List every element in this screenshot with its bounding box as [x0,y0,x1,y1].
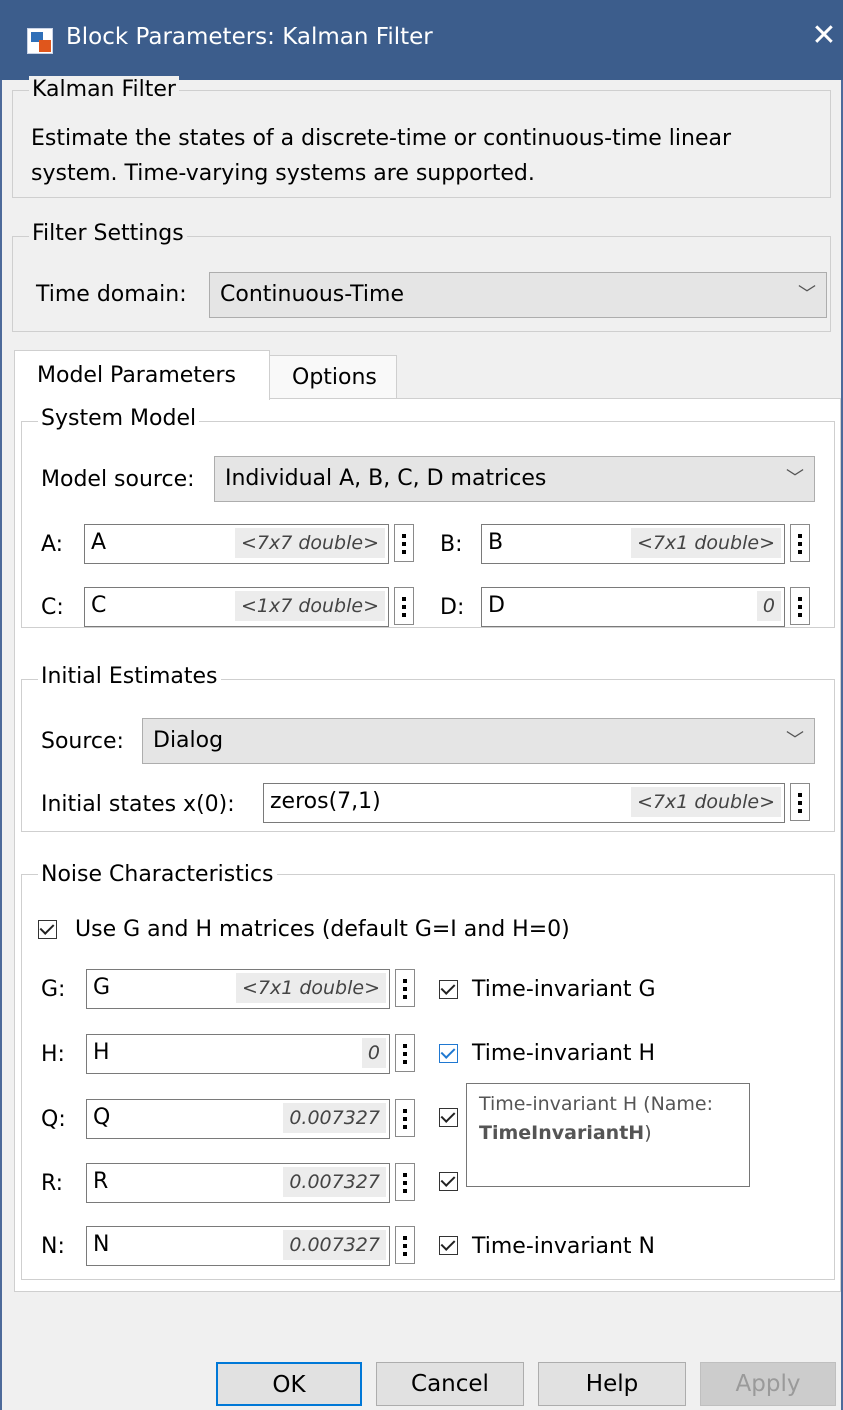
initial-states-more-button[interactable] [790,783,810,821]
time-invariant-g-label: Time-invariant G [472,977,656,1002]
block-description: Estimate the states of a discrete-time o… [31,126,732,186]
initial-states-value: zeros(7,1) [270,789,381,814]
tab-options-label: Options [292,365,377,390]
matrix-r-label: R: [41,1171,64,1196]
tab-model-parameters-label: Model Parameters [37,363,236,388]
matrix-a-more-button[interactable] [394,524,414,562]
apply-button[interactable]: Apply [700,1362,836,1406]
matrix-d-more-button[interactable] [790,587,810,625]
matrix-d-label: D: [440,595,465,620]
matrix-c-field[interactable]: C <1x7 double> [84,587,389,627]
time-invariant-q-checkbox[interactable] [439,1108,458,1127]
tooltip-param-name: TimeInvariantH [479,1122,645,1144]
close-icon[interactable]: ✕ [806,16,842,56]
model-source-value: Individual A, B, C, D matrices [225,466,547,491]
matrix-d-value: D [488,593,505,618]
matrix-h-value: H [93,1040,110,1065]
matrix-r-field[interactable]: R 0.007327 [86,1163,390,1203]
tab-model-parameters[interactable]: Model Parameters [14,350,270,400]
time-invariant-h-label: Time-invariant H [472,1041,656,1066]
description-legend: Kalman Filter [29,76,179,104]
matrix-b-field[interactable]: B <7x1 double> [481,524,785,564]
matrix-g-size: <7x1 double> [235,973,386,1003]
time-invariant-g-checkbox[interactable] [439,980,458,999]
matrix-q-field[interactable]: Q 0.007327 [86,1099,390,1139]
matrix-c-more-button[interactable] [394,587,414,625]
chevron-down-icon: ﹀ [786,730,804,751]
chevron-down-icon: ﹀ [798,284,816,305]
matrix-d-size: 0 [756,591,781,621]
matrix-c-size: <1x7 double> [234,591,385,621]
matrix-n-field[interactable]: N 0.007327 [86,1226,390,1266]
source-select[interactable]: Dialog ﹀ [142,718,815,764]
tooltip: Time-invariant H (Name: TimeInvariantH) [466,1083,750,1187]
matrix-g-label: G: [41,977,66,1002]
window-title: Block Parameters: Kalman Filter [66,24,433,50]
use-gh-label: Use G and H matrices (default G=I and H=… [75,917,570,942]
noise-characteristics-legend: Noise Characteristics [38,861,277,889]
matrix-n-more-button[interactable] [395,1226,415,1264]
time-invariant-n-label: Time-invariant N [472,1234,655,1259]
time-domain-select[interactable]: Continuous-Time ﹀ [209,272,827,318]
system-model-legend: System Model [38,405,200,433]
matrix-b-value: B [488,530,504,555]
cancel-button[interactable]: Cancel [376,1362,524,1406]
matrix-a-size: <7x7 double> [234,528,385,558]
model-source-label: Model source: [41,467,195,492]
tab-options[interactable]: Options [269,355,397,399]
matrix-b-size: <7x1 double> [630,528,781,558]
help-button[interactable]: Help [538,1362,686,1406]
initial-states-field[interactable]: zeros(7,1) <7x1 double> [263,783,785,823]
matrix-c-value: C [91,593,107,618]
matrix-a-field[interactable]: A <7x7 double> [84,524,389,564]
matrix-g-field[interactable]: G <7x1 double> [86,969,390,1009]
matrix-g-more-button[interactable] [395,969,415,1007]
matrix-n-size: 0.007327 [283,1230,386,1260]
matrix-h-more-button[interactable] [395,1034,415,1072]
matrix-g-value: G [93,975,111,1000]
matrix-b-label: B: [440,532,463,557]
ok-button[interactable]: OK [216,1362,362,1406]
time-invariant-n-checkbox[interactable] [439,1236,458,1255]
tooltip-close-paren: ) [644,1122,652,1144]
initial-states-label: Initial states x(0): [41,792,235,817]
tooltip-line1: Time-invariant H (Name: [479,1093,714,1115]
matrix-q-value: Q [93,1105,111,1130]
matrix-r-value: R [93,1169,109,1194]
initial-estimates-legend: Initial Estimates [38,663,221,691]
matrix-q-more-button[interactable] [395,1099,415,1137]
time-invariant-h-checkbox[interactable] [439,1044,458,1063]
matrix-q-size: 0.007327 [283,1103,386,1133]
matrix-h-size: 0 [361,1038,386,1068]
source-value: Dialog [153,728,224,753]
matrix-a-label: A: [41,532,64,557]
matrix-h-field[interactable]: H 0 [86,1034,390,1074]
use-gh-checkbox[interactable] [38,920,57,939]
matrix-h-label: H: [41,1042,65,1067]
matrix-c-label: C: [41,595,64,620]
matrix-n-value: N [93,1232,110,1257]
matrix-r-more-button[interactable] [395,1163,415,1201]
filter-settings-legend: Filter Settings [29,220,187,248]
time-invariant-r-checkbox[interactable] [439,1172,458,1191]
chevron-down-icon: ﹀ [786,468,804,489]
time-domain-value: Continuous-Time [220,282,405,307]
time-domain-label: Time domain: [36,282,187,307]
tooltip-line2: TimeInvariantH) [479,1119,737,1148]
initial-states-size: <7x1 double> [630,787,781,817]
matrix-b-more-button[interactable] [790,524,810,562]
source-label: Source: [41,729,124,754]
matrix-q-label: Q: [41,1107,66,1132]
model-source-select[interactable]: Individual A, B, C, D matrices ﹀ [214,456,815,502]
matrix-r-size: 0.007327 [283,1167,386,1197]
matrix-n-label: N: [41,1234,65,1259]
matrix-d-field[interactable]: D 0 [481,587,785,627]
matrix-a-value: A [91,530,107,555]
simulink-app-icon [27,28,53,54]
